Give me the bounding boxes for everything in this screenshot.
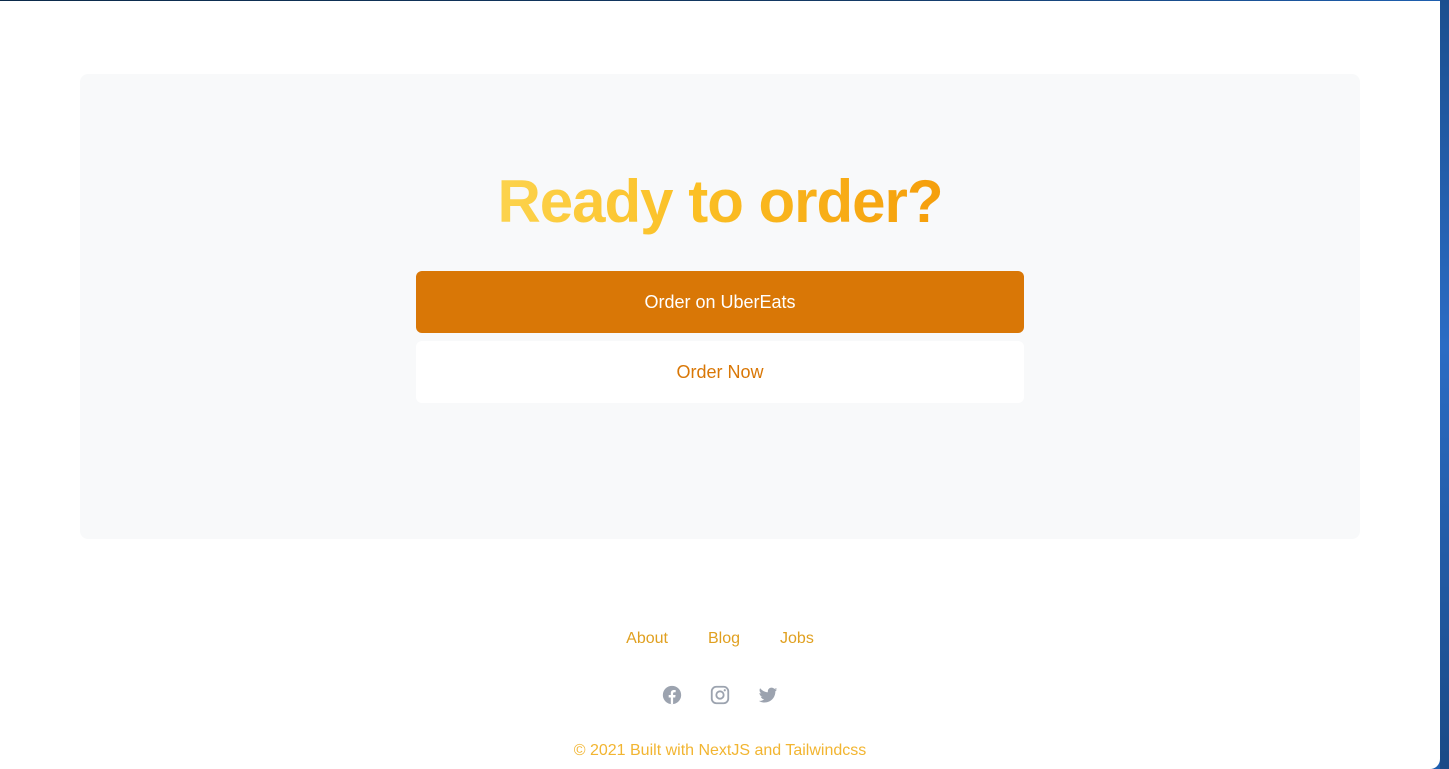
order-now-label: Order Now xyxy=(676,361,764,382)
social-links xyxy=(0,683,1440,707)
desktop-background-edge xyxy=(1440,0,1449,769)
order-on-ubereats-label: Order on UberEats xyxy=(644,291,796,312)
instagram-icon[interactable] xyxy=(708,683,732,707)
order-on-ubereats-button[interactable]: Order on UberEats xyxy=(416,271,1024,333)
cta-heading: Ready to order? xyxy=(497,168,943,235)
footer-link-about[interactable]: About xyxy=(626,628,668,650)
footer-link-jobs[interactable]: Jobs xyxy=(780,628,814,650)
footer-link-blog[interactable]: Blog xyxy=(708,628,740,650)
cta-section: Ready to order? Order on UberEats Order … xyxy=(80,74,1360,539)
page: Ready to order? Order on UberEats Order … xyxy=(0,1,1440,769)
copyright-text: © 2021 Built with NextJS and Tailwindcss xyxy=(573,742,867,759)
facebook-icon[interactable] xyxy=(660,683,684,707)
footer-nav: About Blog Jobs xyxy=(0,628,1440,650)
twitter-icon[interactable] xyxy=(756,683,780,707)
order-now-button[interactable]: Order Now xyxy=(416,341,1024,403)
